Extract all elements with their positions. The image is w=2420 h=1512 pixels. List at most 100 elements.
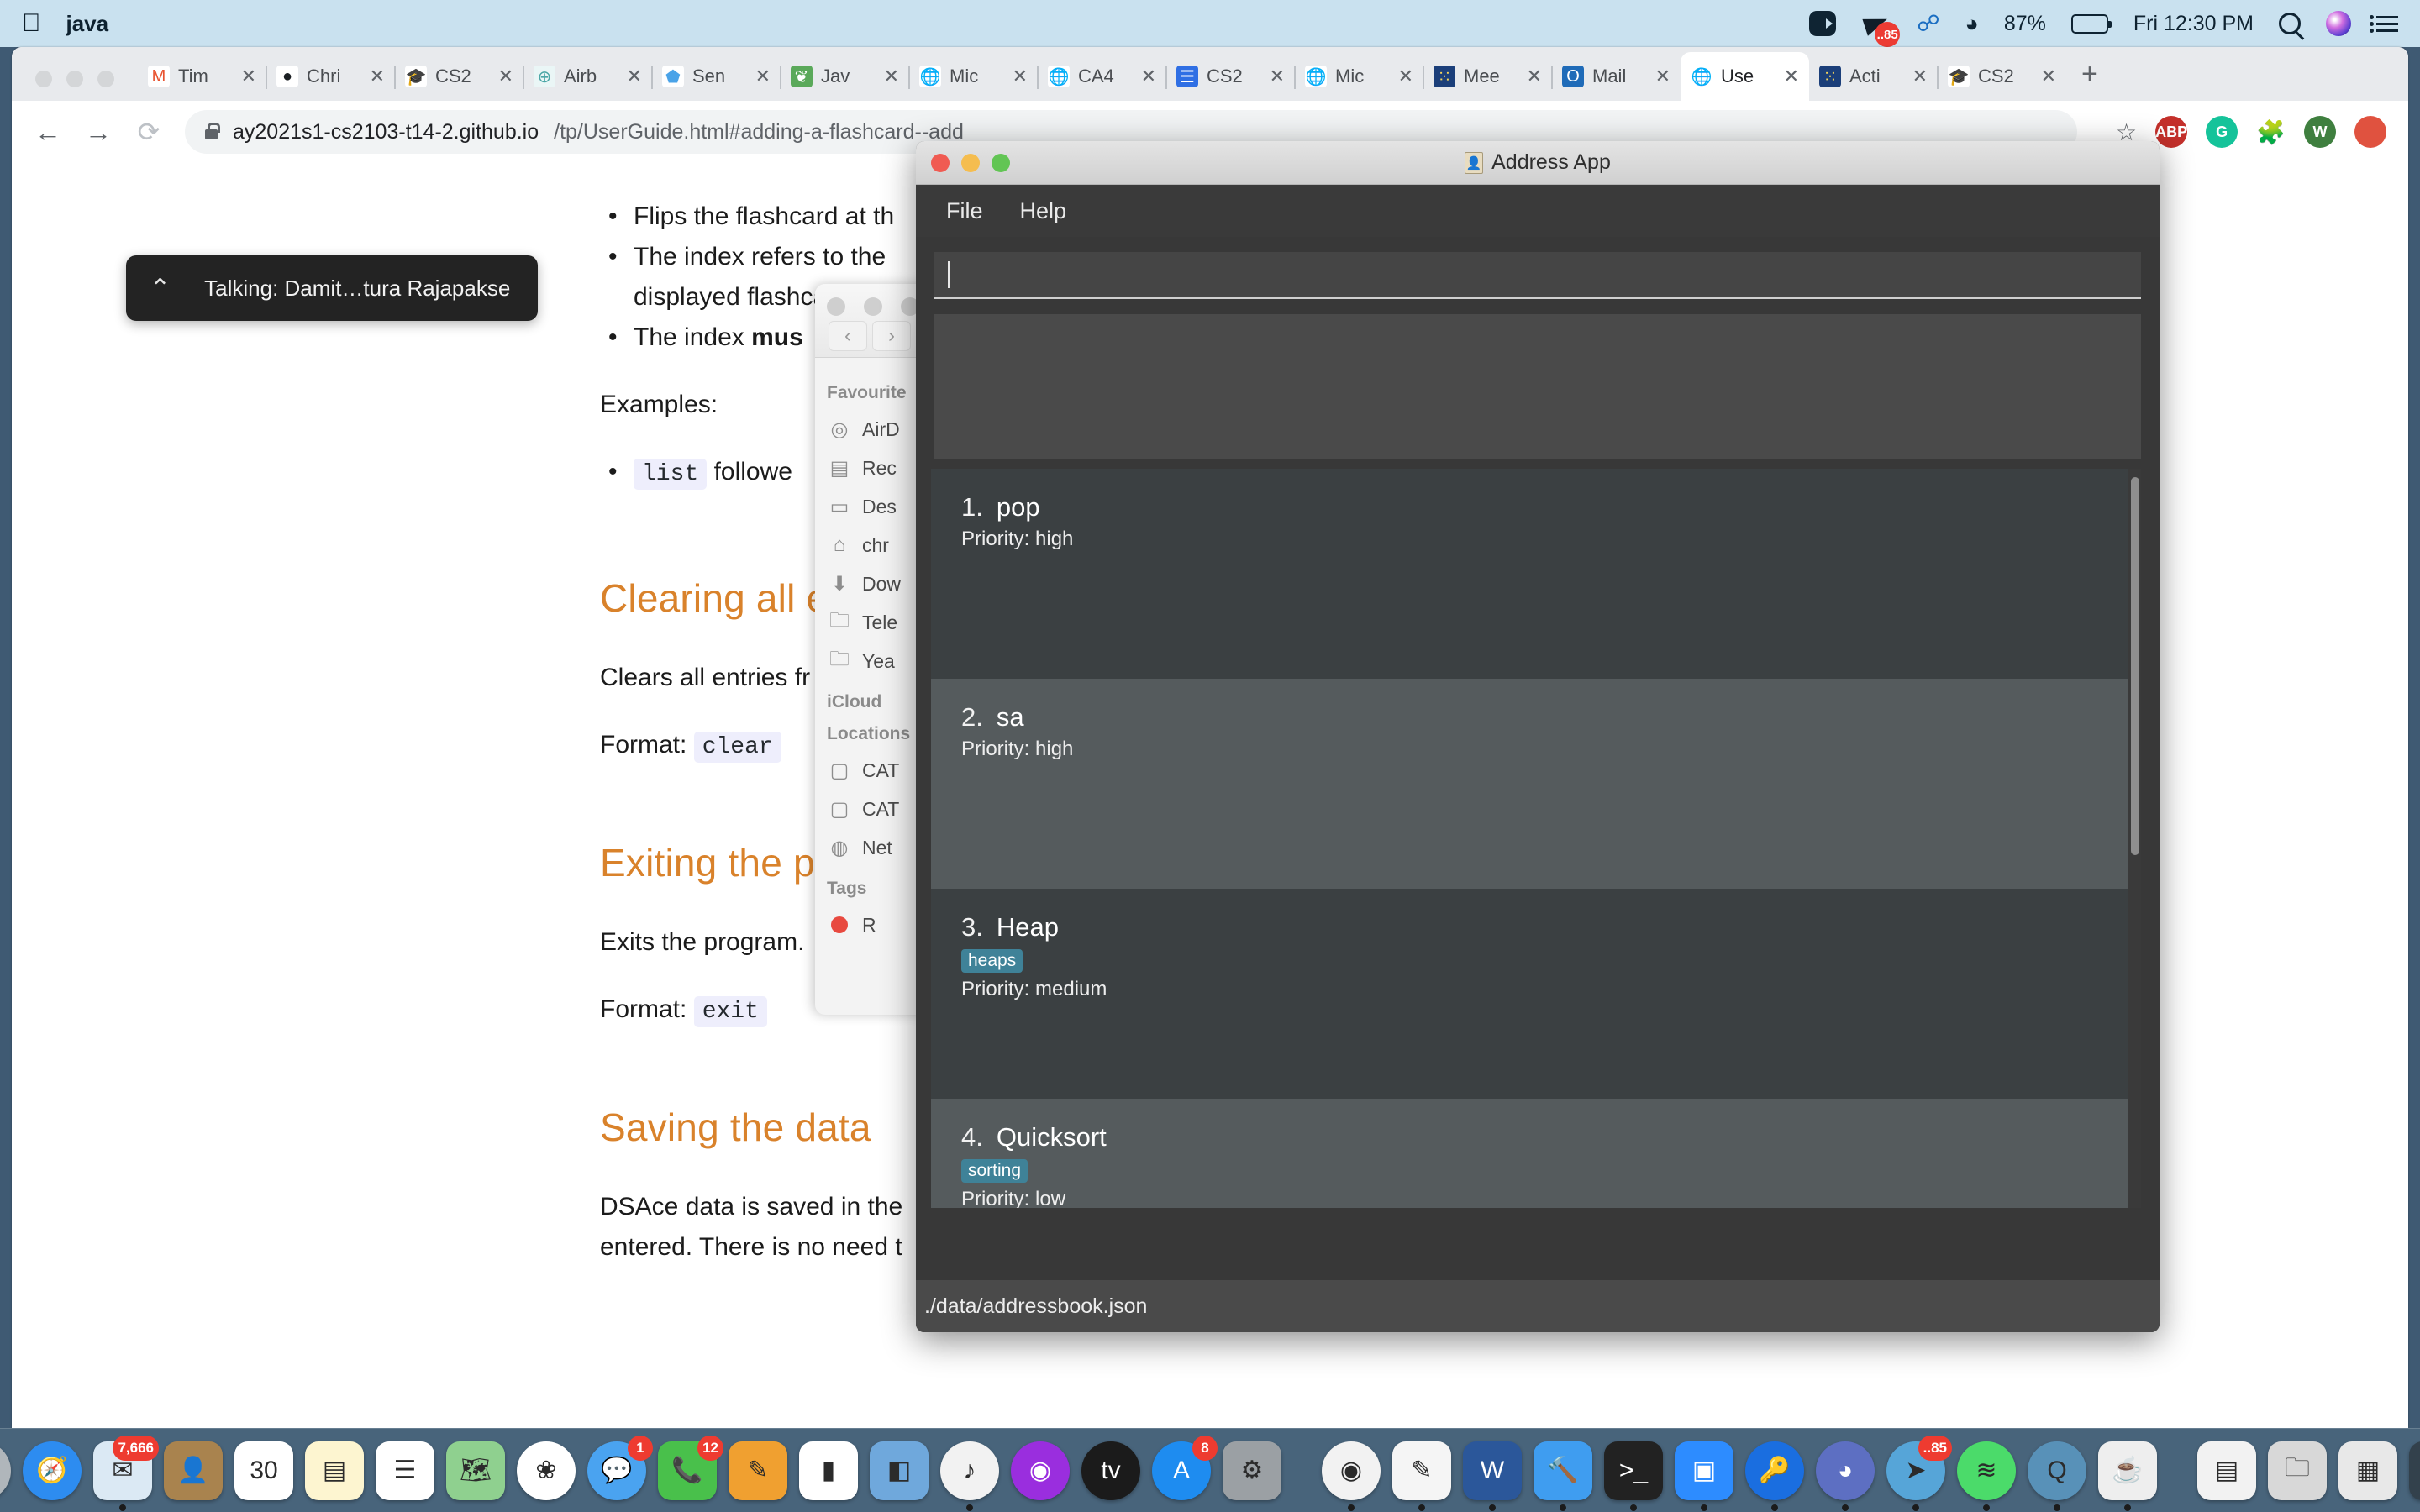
dock-item-quicksilver[interactable]: Q <box>2028 1441 2086 1511</box>
dock-item-documents-stack[interactable]: 🗀 <box>2268 1441 2327 1501</box>
finder-minimize-button[interactable] <box>864 297 882 316</box>
dock-item-numbers[interactable]: ▮ <box>799 1441 858 1501</box>
close-tab-icon[interactable]: ✕ <box>241 66 256 87</box>
dock-item-facetime[interactable]: 📞 12 <box>658 1435 723 1501</box>
spotlight-search-icon[interactable] <box>2279 13 2301 34</box>
flashcard-list-item[interactable]: 3. Heap heaps Priority: medium <box>931 889 2128 1099</box>
dock-item-1password[interactable]: 🔑 <box>1745 1441 1804 1511</box>
dock-item-safari[interactable]: 🧭 <box>23 1441 82 1501</box>
chrome-menu-avatar[interactable] <box>2354 116 2386 148</box>
browser-tab[interactable]: ⊕ Airb ✕ <box>523 52 652 101</box>
dock-item-launchpad[interactable]: 🚀 <box>0 1441 11 1501</box>
dock-item-chrome[interactable]: ◉ <box>1322 1441 1381 1511</box>
close-tab-icon[interactable]: ✕ <box>1270 66 1285 87</box>
apple-logo-icon[interactable]:  <box>22 11 41 36</box>
voiceover-talking-toast[interactable]: ⌃ Talking: Damit…tura Rajapakse <box>126 255 538 321</box>
dock-item-notes[interactable]: ▤ <box>305 1441 364 1501</box>
close-tab-icon[interactable]: ✕ <box>1527 66 1542 87</box>
dock-item-contacts[interactable]: 👤 <box>164 1441 223 1501</box>
new-tab-button[interactable]: + <box>2081 58 2098 91</box>
browser-tab[interactable]: ❦ Jav ✕ <box>780 52 909 101</box>
browser-window-controls[interactable] <box>35 71 114 87</box>
dock-item-itunes[interactable]: ♪ <box>940 1441 999 1511</box>
close-window-button[interactable] <box>35 71 52 87</box>
chevron-up-icon[interactable]: ⌃ <box>150 274 171 303</box>
close-tab-icon[interactable]: ✕ <box>1141 66 1156 87</box>
menu-help[interactable]: Help <box>1020 198 1067 224</box>
close-tab-icon[interactable]: ✕ <box>1013 66 1028 87</box>
back-icon[interactable]: ← <box>34 117 62 148</box>
minimize-window-button[interactable] <box>66 71 83 87</box>
close-tab-icon[interactable]: ✕ <box>1912 66 1928 87</box>
battery-icon[interactable] <box>2070 13 2112 34</box>
close-tab-icon[interactable]: ✕ <box>1655 66 1670 87</box>
dock-item-reminders[interactable]: ☰ <box>376 1441 434 1501</box>
close-tab-icon[interactable]: ✕ <box>1784 66 1799 87</box>
dock-item-zoom[interactable]: ▣ <box>1675 1441 1733 1511</box>
dock-item-podcasts[interactable]: ◉ <box>1011 1441 1070 1501</box>
browser-tab[interactable]: ☰ CS2 ✕ <box>1165 52 1295 101</box>
dock-item-apple-tv[interactable]: tv <box>1081 1441 1140 1501</box>
dock-item-spotify[interactable]: ≋ <box>1957 1441 2016 1511</box>
dock-item-keynote[interactable]: ◧ <box>870 1441 929 1501</box>
grammarly-icon[interactable]: G <box>2206 116 2238 148</box>
dock-item-mail[interactable]: ✉ 7,666 <box>93 1435 159 1511</box>
maximize-window-button[interactable] <box>97 71 114 87</box>
finder-forward-button[interactable]: › <box>872 321 911 351</box>
flashcard-list-scrollbar[interactable] <box>2131 477 2139 855</box>
browser-tab[interactable]: ⁙ Mee ✕ <box>1423 52 1552 101</box>
close-tab-icon[interactable]: ✕ <box>370 66 385 87</box>
flashcard-list-item[interactable]: 1. pop Priority: high <box>931 469 2128 679</box>
browser-tab[interactable]: ⬟ Sen ✕ <box>651 52 781 101</box>
adblock-plus-icon[interactable]: ABP <box>2155 116 2187 148</box>
bluetooth-icon[interactable]: ☍ <box>1917 11 1939 37</box>
dock-item-discord[interactable]: ◕ <box>1816 1441 1875 1511</box>
active-app-name[interactable]: java <box>66 11 109 37</box>
close-tab-icon[interactable]: ✕ <box>755 66 771 87</box>
close-tab-icon[interactable]: ✕ <box>884 66 899 87</box>
reload-icon[interactable]: ⟳ <box>134 116 163 148</box>
dock-item-telegram[interactable]: ➤ ..85 <box>1886 1435 1952 1511</box>
close-tab-icon[interactable]: ✕ <box>2041 66 2056 87</box>
browser-tab[interactable]: ⁙ Acti ✕ <box>1809 52 1938 101</box>
extensions-puzzle-icon[interactable]: 🧩 <box>2256 118 2286 146</box>
siri-icon[interactable] <box>2326 11 2351 36</box>
menu-bar-clock[interactable]: Fri 12:30 PM <box>2133 12 2254 36</box>
dock-item-calendar[interactable]: 30 <box>234 1441 293 1501</box>
browser-tab[interactable]: ● Chri ✕ <box>266 52 395 101</box>
browser-tab[interactable]: 🎓 CS2 ✕ <box>1937 52 2066 101</box>
dock-item-microsoft-word[interactable]: W <box>1463 1441 1522 1511</box>
control-center-icon[interactable] <box>2370 14 2398 33</box>
address-app-window[interactable]: 👤 Address App File Help 1. pop Priority: h… <box>916 141 2160 1332</box>
finder-close-button[interactable] <box>827 297 845 316</box>
zoom-menu-icon[interactable] <box>1809 11 1837 36</box>
browser-tab[interactable]: 🌐 CA4 ✕ <box>1037 52 1166 101</box>
dock-item-maps[interactable]: 🗺 <box>446 1441 505 1501</box>
browser-tab-active[interactable]: 🌐 Use ✕ <box>1681 52 1809 101</box>
wifi-icon[interactable]: ◕ <box>1965 11 1979 37</box>
dock-item-photos[interactable]: ❀ <box>517 1441 576 1501</box>
dock-item-pages[interactable]: ✎ <box>729 1441 787 1501</box>
profile-avatar[interactable]: W <box>2304 116 2336 148</box>
menu-file[interactable]: File <box>946 198 983 224</box>
dock-item-downloads-stack[interactable]: ▤ <box>2197 1441 2256 1501</box>
flashcard-list-item[interactable]: 2. sa Priority: high <box>931 679 2128 889</box>
close-tab-icon[interactable]: ✕ <box>627 66 642 87</box>
dock-item-recent-stack[interactable]: ▦ <box>2338 1441 2397 1501</box>
dock-item-terminal[interactable]: >_ <box>1604 1441 1663 1511</box>
command-input[interactable] <box>934 252 2141 299</box>
browser-tab[interactable]: O Mail ✕ <box>1551 52 1681 101</box>
dock-item-app-store[interactable]: A8 <box>1152 1435 1218 1501</box>
dock-item-textedit[interactable]: ✎ <box>1392 1441 1451 1511</box>
forward-icon[interactable]: → <box>84 117 113 148</box>
browser-tab[interactable]: M Tim ✕ <box>138 52 266 101</box>
browser-tab[interactable]: 🎓 CS2 ✕ <box>394 52 523 101</box>
finder-back-button[interactable]: ‹ <box>829 321 867 351</box>
flashcard-list-item[interactable]: 4. Quicksort sorting Priority: low <box>931 1099 2128 1208</box>
telegram-menu-icon[interactable]: ..85 <box>1861 10 1901 47</box>
close-tab-icon[interactable]: ✕ <box>498 66 513 87</box>
dock-item-screenshots-stack[interactable]: ▥ <box>2409 1441 2420 1501</box>
browser-tab[interactable]: 🌐 Mic ✕ <box>908 52 1038 101</box>
dock-item-xcode[interactable]: 🔨 <box>1534 1441 1592 1511</box>
dock-item-system-preferences[interactable]: ⚙ <box>1223 1441 1281 1501</box>
